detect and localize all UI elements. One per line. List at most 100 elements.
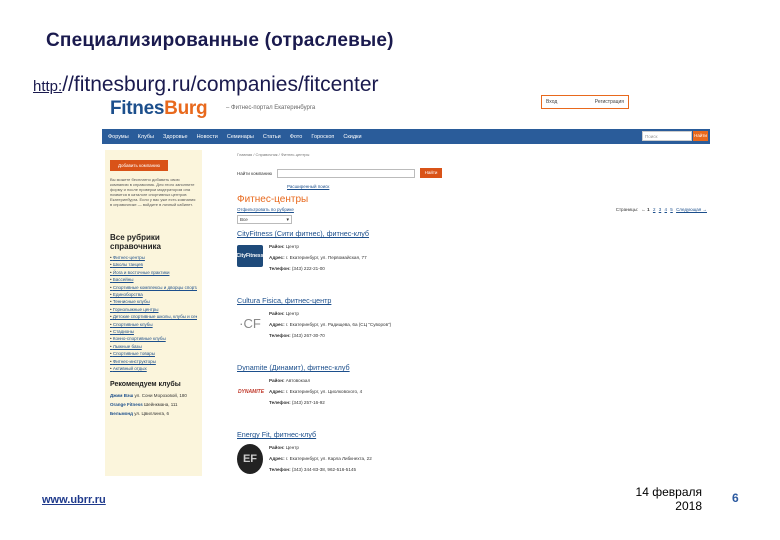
address-value: г. Екатеринбург, ул. Первомайская, 77 [285,255,367,260]
filter-row: Отфильтровать по рубрике Страницы: ← 1 2… [237,207,707,212]
nav-item-health[interactable]: Здоровье [163,134,188,140]
pagination: Страницы: ← 1 2 3 4 5 Следующая → [616,207,707,212]
filter-link[interactable]: Отфильтровать по рубрике [237,207,294,212]
club-listing: CityFitness (Сити фитнес), фитнес-клуб C… [237,229,707,291]
category-link[interactable]: Детские спортивные школы, клубы и секции [110,313,197,320]
login-link[interactable]: Вход [546,99,557,105]
category-select[interactable]: Все [237,215,292,224]
phone-value: (343) 257-16-92 [291,400,325,405]
page-link[interactable]: 2 [653,207,656,212]
advanced-search-link[interactable]: Расширенный поиск [287,184,707,189]
category-link[interactable]: Фитнес-центры [110,254,197,261]
club-title-link[interactable]: Energy Fit, фитнес-клуб [237,430,707,439]
nav-item-forums[interactable]: Форумы [108,134,129,140]
breadcrumb[interactable]: Главная / Справочник / Фитнес-центры [237,152,707,157]
recommended-club-address: ул. Сони Морозовой, 180 [134,392,187,398]
club-logo[interactable]: EF [237,444,263,474]
page-link[interactable]: ← 1 [641,207,649,212]
category-link[interactable]: Спортивные комплексы и дворцы спорта [110,284,197,291]
club-area: Район: Центр [269,308,391,319]
category-link[interactable]: Активный отдых [110,365,197,372]
slide-title: Специализированные (отраслевые) [46,30,394,51]
recommended-club-address: ул. Цвиллинга, 6 [134,410,170,416]
address-label: Адрес: [269,322,285,327]
add-company-button[interactable]: Добавить компанию [110,160,168,171]
club-phone: Телефон: (343) 344-83-38, 962-516-5145 [269,464,372,475]
category-link[interactable]: Школы танцев [110,261,197,268]
logo-part-2: Burg [164,98,208,119]
nav-item-news[interactable]: Новости [197,134,218,140]
category-link[interactable]: Спортивные товары [110,350,197,357]
site-tagline: – Фитнес-портал Екатеринбурга [226,105,316,111]
page-link[interactable]: 5 [670,207,673,212]
club-address: Адрес: г. Екатеринбург, ул. Первомайская… [269,252,367,263]
club-address: Адрес: г. Екатеринбург, ул. Карла Либкне… [269,453,372,464]
club-logo[interactable]: CityFitness [237,245,263,267]
category-link[interactable]: Спортивные клубы [110,321,197,328]
address-label: Адрес: [269,456,285,461]
company-search-input[interactable] [277,168,415,178]
nav-search-button[interactable]: Найти [693,131,708,141]
category-link[interactable]: Стадионы [110,328,197,335]
category-link[interactable]: Йога и восточные практики [110,269,197,276]
url-prefix[interactable]: http: [33,78,62,95]
category-link[interactable]: Фитнес-инструкторы [110,358,197,365]
area-value: Центр [285,244,299,249]
club-info: Район: Центр Адрес: г. Екатеринбург, ул.… [269,308,391,341]
footer-link[interactable]: www.ubrr.ru [42,494,106,506]
recommended-club-link[interactable]: Джим Вэш [110,393,133,398]
nav-item-discounts[interactable]: Скидки [343,134,361,140]
sidebar-note: Вы можете бесплатно добавить свою компан… [110,177,196,207]
nav-item-horoscope[interactable]: Гороскоп [311,134,334,140]
club-title-link[interactable]: Cultura Fisica, фитнес-центр [237,296,707,305]
recommended-club-link[interactable]: Orange Fitness [110,402,143,407]
nav-search-input[interactable]: Поиск [642,131,692,141]
club-area: Район: Автовокзал [269,375,362,386]
nav-item-seminars[interactable]: Семинары [227,134,254,140]
club-listing: Cultura Fisica, фитнес-центр ·CF Район: … [237,296,707,358]
recommended-heading: Рекомендуем клубы [110,380,181,388]
club-phone: Телефон: (343) 257-16-92 [269,397,362,408]
club-listing: Energy Fit, фитнес-клуб EF Район: Центр … [237,430,707,480]
club-title-link[interactable]: CityFitness (Сити фитнес), фитнес-клуб [237,229,707,238]
club-logo[interactable]: DYNAMITE [237,387,265,397]
recommended-item: Джим Вэш ул. Сони Морозовой, 180 [110,391,197,400]
next-page-link[interactable]: Следующая → [676,207,707,212]
club-info: Район: Центр Адрес: г. Екатеринбург, ул.… [269,241,367,274]
address-label: Адрес: [269,389,285,394]
phone-label: Телефон: [269,266,291,271]
main-content: Главная / Справочник / Фитнес-центры Най… [237,150,707,476]
category-link[interactable]: Горнолыжные центры [110,306,197,313]
category-link[interactable]: Лыжные базы [110,343,197,350]
sidebar: Добавить компанию Вы можете бесплатно до… [105,150,202,476]
area-label: Район: [269,445,285,450]
search-label: Найти компанию [237,170,273,176]
area-label: Район: [269,311,285,316]
phone-label: Телефон: [269,400,291,405]
date-line-2: 2018 [675,499,702,513]
club-title-link[interactable]: Dynamite (Динамит), фитнес-клуб [237,363,707,372]
area-value: Центр [285,445,299,450]
company-search-button[interactable]: Найти [420,168,442,178]
nav-item-articles[interactable]: Статьи [263,134,281,140]
address-value: г. Екатеринбург, ул. Радищева, 6а (СЦ "С… [285,322,392,327]
logo-part-1: Fitnes [110,98,165,119]
site-logo[interactable]: FitnesBurg [110,98,208,120]
category-link[interactable]: Конно-спортивные клубы [110,335,197,342]
club-address: Адрес: г. Екатеринбург, ул. Циолковского… [269,386,362,397]
page-link[interactable]: 4 [665,207,668,212]
nav-item-photo[interactable]: Фото [290,134,303,140]
slide-date: 14 февраля 2018 [618,485,702,513]
page-link[interactable]: 3 [659,207,662,212]
phone-value: (343) 267-30-70 [291,333,325,338]
register-link[interactable]: Регистрация [595,99,624,105]
phone-value: (343) 222-21-00 [291,266,325,271]
recommended-club-link[interactable]: Бельмонд [110,411,133,416]
nav-item-clubs[interactable]: Клубы [138,134,154,140]
club-info: Район: Автовокзал Адрес: г. Екатеринбург… [269,375,362,408]
categories-heading: Все рубрики справочника [110,233,161,251]
category-link[interactable]: Теннисные клубы [110,298,197,305]
category-link[interactable]: Бассейны [110,276,197,283]
club-logo[interactable]: ·CF [237,312,263,334]
category-link[interactable]: Единоборства [110,291,197,298]
